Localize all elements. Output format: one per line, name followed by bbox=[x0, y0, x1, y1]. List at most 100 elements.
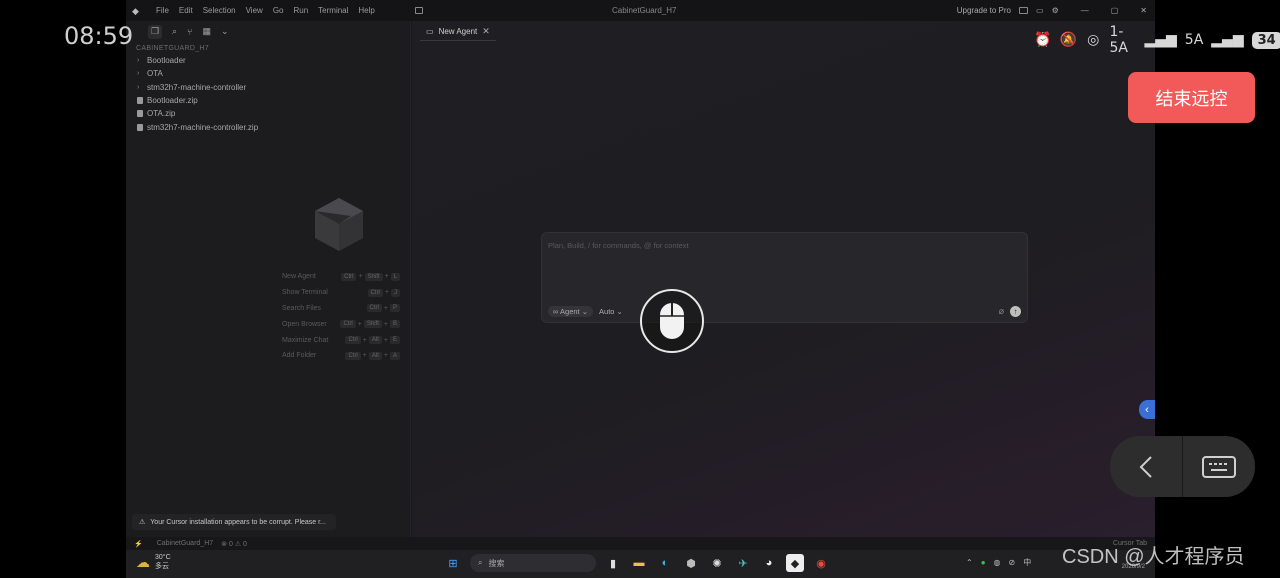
chevron-left-icon bbox=[1139, 455, 1152, 478]
weather-widget[interactable]: ☁ 30°C 多云 bbox=[136, 553, 171, 571]
shortcut-keys: Ctrl + Shift + B bbox=[340, 320, 400, 329]
search-icon[interactable]: ⌕ bbox=[172, 26, 177, 37]
tray-app-icon[interactable]: ◍ bbox=[994, 558, 1001, 567]
close-tab-icon[interactable]: ✕ bbox=[482, 26, 490, 37]
key: Shift bbox=[364, 272, 383, 281]
battery-indicator: 34 bbox=[1251, 31, 1280, 49]
tree-folder-ota[interactable]: › OTA bbox=[126, 67, 410, 80]
corrupt-install-notification[interactable]: ⚠ Your Cursor installation appears to be… bbox=[132, 514, 336, 530]
shortcut-row[interactable]: Show Terminal Ctrl + J bbox=[282, 285, 400, 301]
menu-go[interactable]: Go bbox=[273, 6, 284, 15]
shortcut-row[interactable]: Add Folder Ctrl + Alt + A bbox=[282, 348, 400, 364]
system-tray: ⌃ ● ◍ ⊘ 中 bbox=[966, 557, 1031, 568]
source-control-icon[interactable]: ⑂ bbox=[187, 27, 192, 37]
status-problems[interactable]: ⊗ 0 ⚠ 0 bbox=[221, 540, 247, 548]
menu-file[interactable]: File bbox=[156, 6, 169, 15]
tree-item-label: Bootloader.zip bbox=[147, 96, 198, 106]
cloud-icon: ☁ bbox=[136, 553, 150, 570]
layout-icon[interactable] bbox=[1019, 7, 1028, 14]
toggle-sidebar-icon[interactable] bbox=[414, 7, 423, 14]
key: Alt bbox=[368, 351, 382, 360]
tree-folder-bootloader[interactable]: › Bootloader bbox=[126, 54, 410, 67]
shortcut-row[interactable]: Maximize Chat Ctrl + Alt + E bbox=[282, 332, 400, 348]
cursor-cube-logo-icon bbox=[315, 198, 363, 251]
feishu-icon[interactable]: ✈ bbox=[734, 554, 752, 572]
menu-run[interactable]: Run bbox=[293, 6, 308, 15]
shortcut-row[interactable]: Search Files Ctrl + P bbox=[282, 301, 400, 317]
menu-terminal[interactable]: Terminal bbox=[318, 6, 348, 15]
plus: + bbox=[362, 352, 367, 360]
key: P bbox=[389, 304, 400, 313]
files-icon[interactable]: ❐ bbox=[148, 24, 162, 39]
back-button[interactable] bbox=[1110, 436, 1182, 497]
title-bar: ◆ File Edit Selection View Go Run Termin… bbox=[126, 0, 1155, 21]
shortcut-label: New Agent bbox=[282, 273, 316, 281]
ime-indicator[interactable]: 中 bbox=[1023, 557, 1031, 568]
collapse-panel-icon[interactable]: ‹ bbox=[1139, 400, 1155, 419]
taskbar-search[interactable]: ⌕ 搜索 bbox=[470, 554, 596, 572]
send-icon[interactable]: ↑ bbox=[1010, 306, 1021, 317]
shortcut-row[interactable]: New Agent Ctrl + Shift + L bbox=[282, 269, 400, 285]
shortcut-keys: Ctrl + Alt + E bbox=[345, 336, 400, 345]
tree-file-ota-zip[interactable]: OTA.zip bbox=[126, 107, 410, 120]
tree-file-bootloader-zip[interactable]: Bootloader.zip bbox=[126, 94, 410, 107]
key: Ctrl bbox=[366, 304, 382, 313]
key: Ctrl bbox=[341, 272, 357, 281]
key: A bbox=[389, 351, 400, 360]
tree-file-stm32h7-zip[interactable]: stm32h7-machine-controller.zip bbox=[126, 120, 410, 133]
minimize-button[interactable]: — bbox=[1081, 6, 1089, 15]
agent-mode-dropdown[interactable]: ∞ Agent ⌄ bbox=[548, 306, 594, 317]
cursor-app-icon[interactable]: ◆ bbox=[786, 554, 804, 572]
panda-app-icon[interactable]: ◕ bbox=[760, 554, 778, 572]
menu-view[interactable]: View bbox=[246, 6, 263, 15]
chrome-icon[interactable]: ◉ bbox=[812, 554, 830, 572]
chat-icon: ▭ bbox=[426, 27, 434, 36]
network-label: 1-5A bbox=[1109, 24, 1128, 56]
menu-help[interactable]: Help bbox=[358, 6, 374, 15]
menu-selection[interactable]: Selection bbox=[203, 6, 236, 15]
shortcut-keys: Ctrl + Shift + L bbox=[341, 272, 400, 281]
file-icon bbox=[137, 110, 143, 118]
network-off-icon[interactable]: ⊘ bbox=[1009, 558, 1016, 567]
warning-icon: ⚠ bbox=[139, 519, 146, 526]
key: E bbox=[389, 336, 400, 345]
shortcut-label: Open Browser bbox=[282, 320, 327, 328]
key: Alt bbox=[368, 336, 382, 345]
remote-icon[interactable]: ⚡ bbox=[134, 540, 143, 548]
keyboard-button[interactable] bbox=[1183, 436, 1255, 497]
chatgpt-icon[interactable]: ✺ bbox=[708, 554, 726, 572]
tray-expand-icon[interactable]: ⌃ bbox=[966, 558, 973, 567]
menu-edit[interactable]: Edit bbox=[179, 6, 193, 15]
signal-icon: ▂▄▆ bbox=[1144, 32, 1177, 48]
model-selector[interactable]: Auto ⌄ bbox=[599, 307, 623, 316]
chat-icon[interactable]: ▭ bbox=[1036, 6, 1044, 15]
chat-placeholder: Plan, Build, / for commands, @ for conte… bbox=[548, 241, 689, 250]
shortcut-row[interactable]: Open Browser Ctrl + Shift + B bbox=[282, 316, 400, 332]
status-project[interactable]: CabinetGuard_H7 bbox=[157, 540, 213, 547]
plus: + bbox=[383, 336, 388, 344]
start-icon[interactable]: ⊞ bbox=[444, 554, 462, 572]
extensions-icon[interactable]: ▦ bbox=[202, 26, 211, 37]
end-remote-button[interactable]: 结束远控 bbox=[1128, 72, 1255, 123]
task-view-icon[interactable]: ▮ bbox=[604, 554, 622, 572]
tab-new-agent[interactable]: ▭ New Agent ✕ bbox=[420, 23, 496, 41]
edge-icon[interactable]: ◐ bbox=[656, 554, 674, 572]
wechat-icon[interactable]: ● bbox=[981, 558, 986, 567]
settings-icon[interactable]: ⚙ bbox=[1052, 6, 1059, 15]
plus: + bbox=[357, 320, 362, 328]
close-button[interactable]: ✕ bbox=[1140, 6, 1147, 15]
shortcut-label: Search Files bbox=[282, 304, 321, 312]
alarm-icon: ⏰ bbox=[1034, 32, 1052, 48]
app-cube-icon[interactable]: ⬢ bbox=[682, 554, 700, 572]
sidebar: ❐ ⌕ ⑂ ▦ ⌄ CABINETGUARD_H7 › Bootloader ›… bbox=[126, 21, 411, 539]
agent-chat-input[interactable]: Plan, Build, / for commands, @ for conte… bbox=[541, 232, 1028, 323]
file-explorer-icon[interactable]: ▬ bbox=[630, 554, 648, 572]
tree-folder-stm32h7[interactable]: › stm32h7-machine-controller bbox=[126, 81, 410, 94]
upgrade-button[interactable]: Upgrade to Pro bbox=[957, 6, 1011, 15]
weather-desc: 多云 bbox=[155, 563, 169, 570]
mouse-mode-icon[interactable] bbox=[640, 289, 704, 353]
maximize-button[interactable]: ▢ bbox=[1111, 6, 1119, 15]
model-label: Auto bbox=[599, 307, 615, 316]
chevron-down-icon[interactable]: ⌄ bbox=[221, 26, 229, 37]
attach-icon[interactable]: ⌀ bbox=[999, 306, 1004, 317]
